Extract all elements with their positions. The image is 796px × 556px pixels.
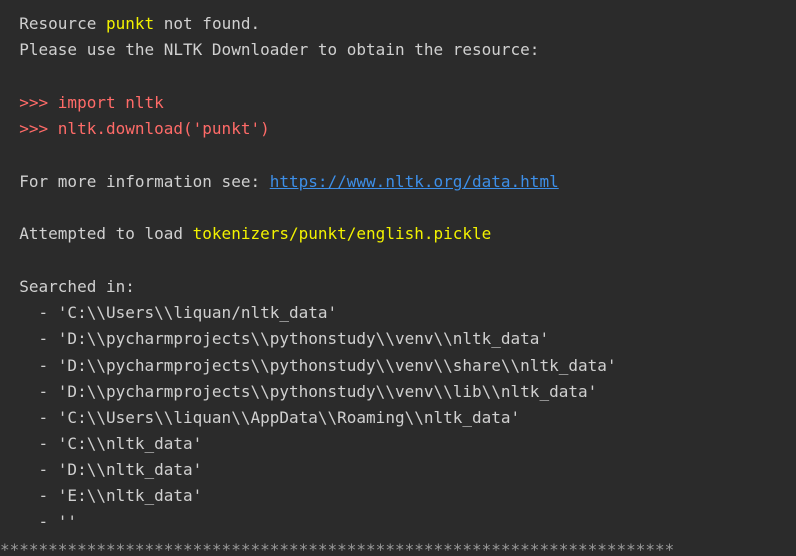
search-path-item: - 'D:\\pycharmprojects\\pythonstudy\\ven… [0, 382, 598, 401]
attempted-prefix: Attempted to load [0, 224, 193, 243]
search-path-item: - 'C:\\Users\\liquan\\AppData\\Roaming\\… [0, 408, 521, 427]
bottom-asterisk-border: ****************************************… [0, 540, 675, 556]
search-path-item: - 'E:\\nltk_data' [0, 486, 203, 505]
more-info-line: For more information see: https://www.nl… [0, 169, 559, 195]
nltk-data-link[interactable]: https://www.nltk.org/data.html [270, 172, 559, 191]
searched-in-heading: Searched in: [0, 277, 135, 296]
search-path-item: - 'C:\\Users\\liquan/nltk_data' [0, 303, 338, 322]
search-path-item: - '' [0, 512, 78, 531]
search-path-item: - 'D:\\nltk_data' [0, 460, 203, 479]
search-path-item: - 'D:\\pycharmprojects\\pythonstudy\\ven… [0, 356, 617, 375]
download-command-line: >>> nltk.download('punkt') [0, 119, 270, 138]
resource-prefix: Resource [0, 14, 106, 33]
resource-not-found-line: Resource punkt not found. [0, 11, 260, 37]
console-output: ****************************************… [0, 0, 796, 556]
attempted-path: tokenizers/punkt/english.pickle [192, 224, 492, 243]
more-info-prefix: For more information see: [0, 172, 270, 191]
attempted-load-line: Attempted to load tokenizers/punkt/engli… [0, 221, 491, 247]
resource-suffix: not found. [154, 14, 261, 33]
search-path-item: - 'C:\\nltk_data' [0, 434, 203, 453]
import-command-line: >>> import nltk [0, 93, 164, 112]
please-use-line: Please use the NLTK Downloader to obtain… [0, 40, 540, 59]
resource-name: punkt [105, 14, 155, 33]
search-path-item: - 'D:\\pycharmprojects\\pythonstudy\\ven… [0, 329, 550, 348]
top-asterisk-border: ****************************************… [0, 0, 674, 11]
